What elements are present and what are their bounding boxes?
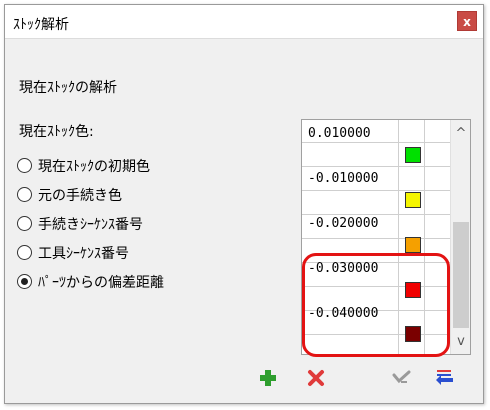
stock-color-label: 現在ｽﾄｯｸ色: — [19, 124, 94, 140]
option-original-procedure-color[interactable]: 元の手続き色 — [17, 180, 164, 209]
close-icon: x — [463, 15, 471, 29]
radio-button[interactable] — [17, 158, 32, 173]
close-button[interactable]: x — [457, 11, 477, 31]
radio-button[interactable] — [17, 187, 32, 202]
highlight-annotation — [302, 253, 450, 357]
delete-button[interactable] — [305, 367, 327, 389]
transfer-icon — [436, 370, 453, 385]
stock-color-options: 現在ｽﾄｯｸの初期色 元の手続き色 手続きｼｰｹﾝｽ番号 工具ｼｰｹﾝｽ番号 ﾊ… — [17, 151, 164, 296]
option-procedure-sequence-number[interactable]: 手続きｼｰｹﾝｽ番号 — [17, 209, 164, 238]
section-heading: 現在ｽﾄｯｸの解析 — [19, 80, 117, 96]
table-value[interactable]: 0.010000 — [308, 126, 371, 141]
table-value[interactable]: -0.020000 — [308, 216, 378, 231]
add-button[interactable] — [257, 367, 279, 389]
title-bar: ｽﾄｯｸ解析 x — [5, 5, 483, 39]
option-label: 元の手続き色 — [38, 187, 122, 204]
radio-button-selected[interactable] — [17, 274, 32, 289]
check-icon — [392, 370, 411, 384]
x-icon — [308, 370, 324, 386]
color-swatch[interactable] — [405, 147, 421, 163]
radio-button[interactable] — [17, 216, 32, 231]
option-label: ﾊﾟｰﾂからの偏差距離 — [38, 274, 164, 291]
radio-button[interactable] — [17, 245, 32, 260]
stock-analysis-dialog: ｽﾄｯｸ解析 x 現在ｽﾄｯｸの解析 現在ｽﾄｯｸ色: 現在ｽﾄｯｸの初期色 元… — [4, 4, 484, 404]
option-initial-stock-color[interactable]: 現在ｽﾄｯｸの初期色 — [17, 151, 164, 180]
color-swatch[interactable] — [405, 237, 421, 253]
option-label: 現在ｽﾄｯｸの初期色 — [38, 158, 150, 175]
transfer-button[interactable] — [435, 367, 457, 389]
option-label: 工具ｼｰｹﾝｽ番号 — [38, 245, 129, 262]
option-label: 手続きｼｰｹﾝｽ番号 — [38, 216, 143, 233]
plus-icon — [260, 370, 276, 386]
scroll-thumb[interactable] — [453, 222, 469, 328]
scroll-up-icon[interactable]: ^ — [451, 124, 470, 144]
vertical-scrollbar[interactable]: ^ v — [450, 120, 470, 354]
option-deviation-from-part[interactable]: ﾊﾟｰﾂからの偏差距離 — [17, 267, 164, 296]
table-value[interactable]: -0.010000 — [308, 171, 378, 186]
option-tool-sequence-number[interactable]: 工具ｼｰｹﾝｽ番号 — [17, 238, 164, 267]
apply-button[interactable] — [391, 367, 413, 389]
window-title: ｽﾄｯｸ解析 — [13, 17, 69, 33]
color-swatch[interactable] — [405, 192, 421, 208]
scroll-down-icon[interactable]: v — [451, 332, 470, 352]
